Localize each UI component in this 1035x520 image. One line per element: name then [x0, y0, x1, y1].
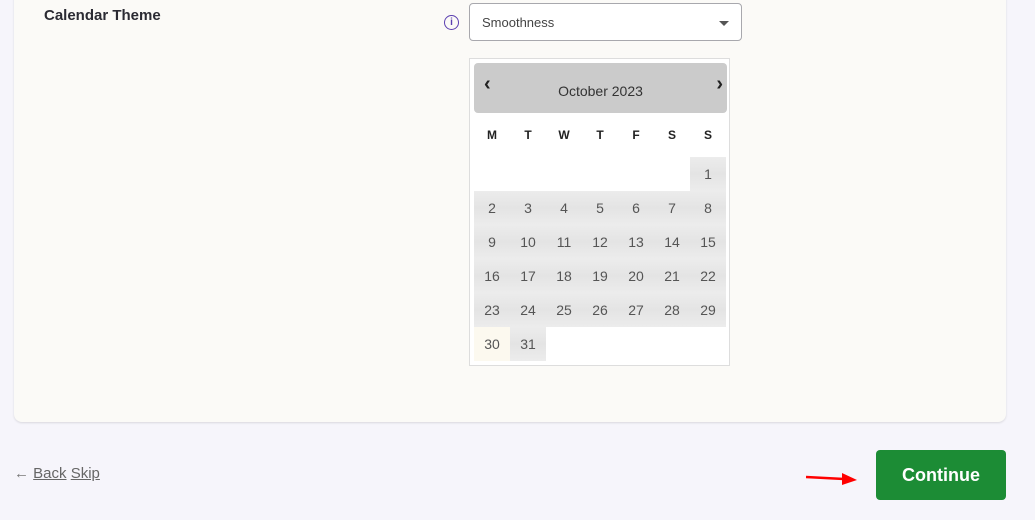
calendar-preview: ‹ October 2023 › MTWTFSS 1 2 3 4 5 6 7 8 9 10 11 12… — [469, 58, 730, 366]
weekday-label: F — [632, 128, 640, 142]
calendar-day[interactable]: 2 — [474, 191, 510, 225]
empty-day — [546, 157, 582, 191]
calendar-day[interactable]: 24 — [510, 293, 546, 327]
skip-link[interactable]: Skip — [71, 465, 100, 482]
theme-select-value: Smoothness — [482, 15, 555, 30]
weekday-label: T — [524, 128, 532, 142]
calendar-day[interactable]: 30 — [474, 327, 510, 361]
calendar-day[interactable]: 20 — [618, 259, 654, 293]
calendar-day[interactable]: 17 — [510, 259, 546, 293]
calendar-day[interactable]: 27 — [618, 293, 654, 327]
empty-day — [618, 327, 654, 361]
red-arrow-annotation — [806, 473, 857, 485]
calendar-week: 2345678 — [474, 191, 726, 225]
empty-day — [690, 327, 726, 361]
empty-day — [474, 157, 510, 191]
empty-day — [546, 327, 582, 361]
calendar-day[interactable]: 5 — [582, 191, 618, 225]
weekday-label: M — [487, 128, 497, 142]
calendar-week: 30 31 — [474, 327, 726, 361]
footer-nav: ← Back Skip — [14, 465, 100, 482]
empty-day — [510, 157, 546, 191]
calendar-day[interactable]: 21 — [654, 259, 690, 293]
back-link[interactable]: Back — [33, 465, 66, 482]
calendar-day[interactable]: 26 — [582, 293, 618, 327]
empty-day — [618, 157, 654, 191]
empty-day — [582, 157, 618, 191]
empty-day — [654, 157, 690, 191]
calendar-theme-label: Calendar Theme — [44, 7, 161, 24]
calendar-week: 23 24 25 26 27 28 29 — [474, 293, 726, 327]
calendar-day[interactable]: 8 — [690, 191, 726, 225]
calendar-day[interactable]: 1 — [690, 157, 726, 191]
calendar-day[interactable]: 18 — [546, 259, 582, 293]
info-icon[interactable]: i — [444, 15, 459, 30]
calendar-day[interactable]: 6 — [618, 191, 654, 225]
weekday-label: S — [667, 128, 676, 142]
weekday-label: W — [558, 128, 570, 142]
calendar-day[interactable]: 7 — [654, 191, 690, 225]
calendar-day[interactable]: 10 — [510, 225, 546, 259]
calendar-day[interactable]: 4 — [546, 191, 582, 225]
weekday-label: S — [703, 128, 712, 142]
calendar-day[interactable]: 22 — [690, 259, 726, 293]
calendar-week: 9 10 11 12 13 14 15 — [474, 225, 726, 259]
weekday-header: MTWTFSS — [474, 128, 726, 142]
calendar-day[interactable]: 3 — [510, 191, 546, 225]
calendar-day[interactable]: 9 — [474, 225, 510, 259]
calendar-header: ‹ October 2023 › — [474, 63, 727, 113]
calendar-day[interactable]: 16 — [474, 259, 510, 293]
calendar-day[interactable]: 23 — [474, 293, 510, 327]
arrow-left-icon: ← — [14, 465, 29, 482]
next-month-button[interactable]: › — [716, 73, 723, 96]
theme-select[interactable]: Smoothness — [469, 3, 742, 41]
calendar-day[interactable]: 11 — [546, 225, 582, 259]
calendar-day[interactable]: 12 — [582, 225, 618, 259]
empty-day — [582, 327, 618, 361]
calendar-day[interactable]: 25 — [546, 293, 582, 327]
calendar-day[interactable]: 14 — [654, 225, 690, 259]
calendar-day[interactable]: 28 — [654, 293, 690, 327]
empty-day — [654, 327, 690, 361]
weekday-label: T — [596, 128, 604, 142]
calendar-day[interactable]: 19 — [582, 259, 618, 293]
calendar-month-title: October 2023 — [558, 83, 643, 99]
calendar-week: 1 — [474, 157, 726, 191]
calendar-day[interactable]: 31 — [510, 327, 546, 361]
continue-button[interactable]: Continue — [876, 450, 1006, 500]
calendar-day[interactable]: 13 — [618, 225, 654, 259]
calendar-day[interactable]: 29 — [690, 293, 726, 327]
calendar-day[interactable]: 15 — [690, 225, 726, 259]
calendar-week: 16 17 18 19 20 21 22 — [474, 259, 726, 293]
chevron-down-icon — [719, 21, 729, 26]
